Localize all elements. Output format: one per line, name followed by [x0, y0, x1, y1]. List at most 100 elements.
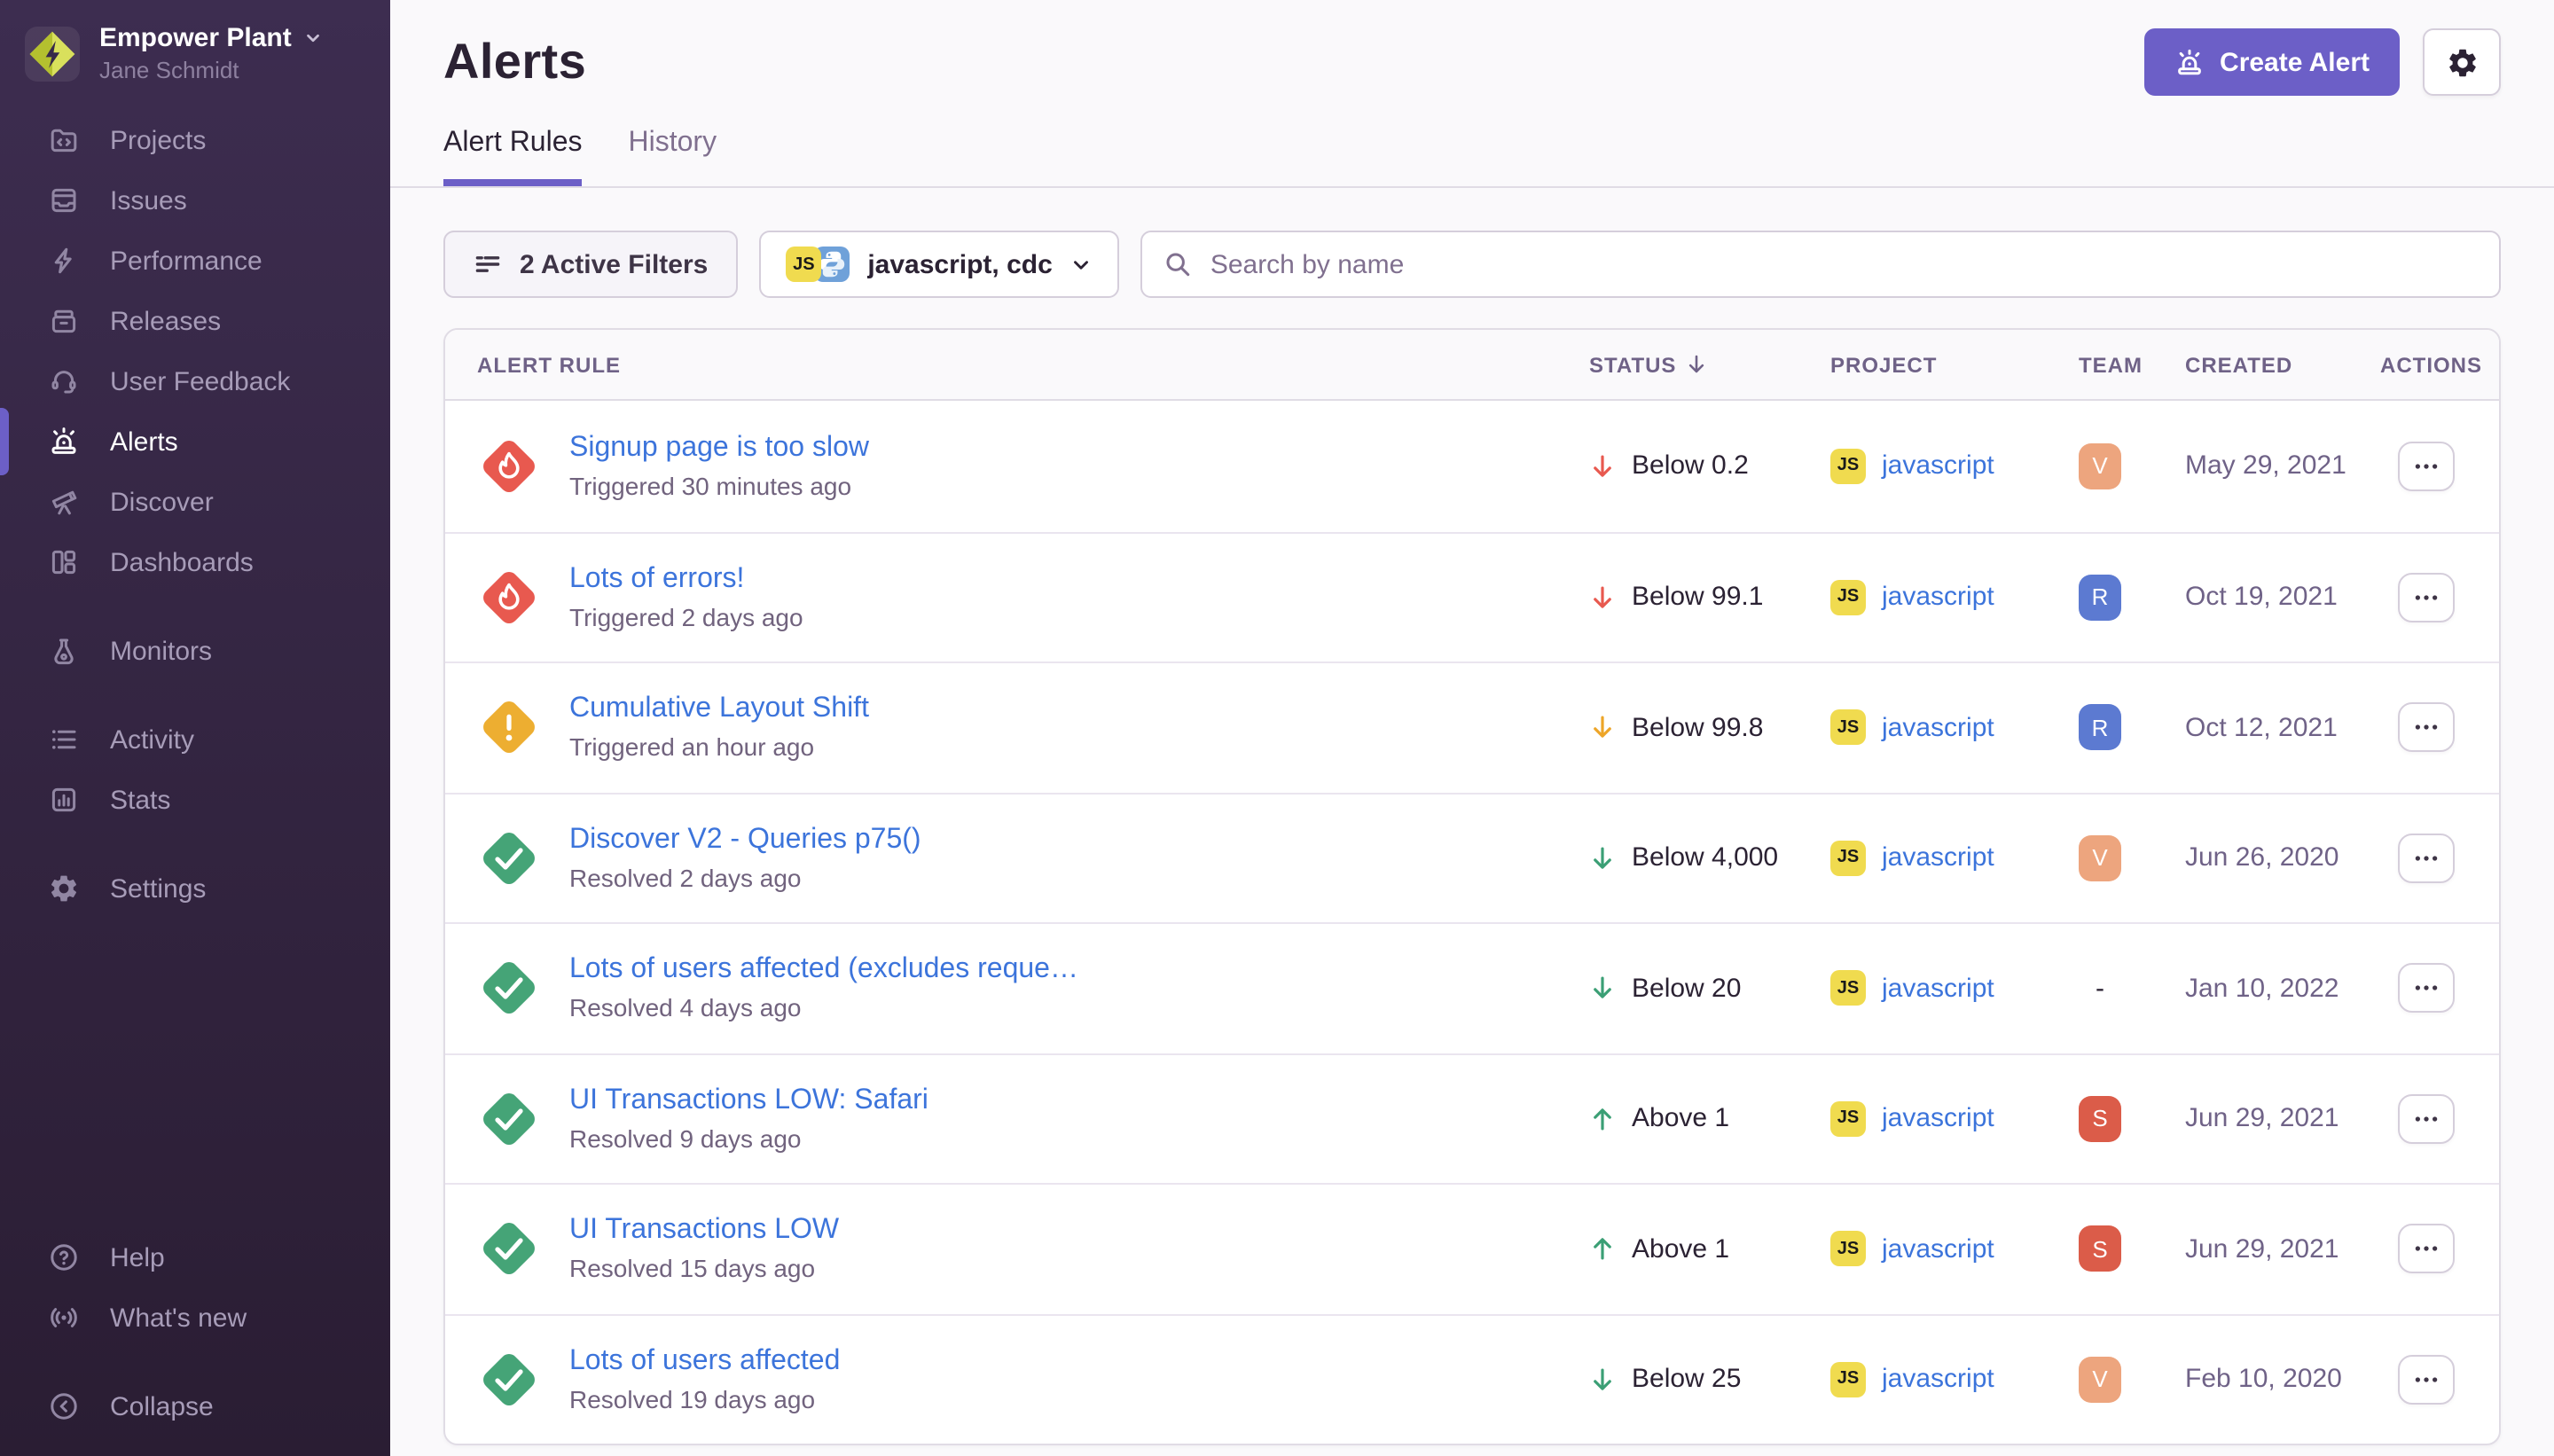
- siren-icon: [2174, 47, 2204, 77]
- alert-rule-link[interactable]: UI Transactions LOW: Safari: [569, 1085, 928, 1117]
- project-link[interactable]: javascript: [1882, 1104, 1994, 1134]
- sidebar-item-projects[interactable]: Projects: [0, 110, 390, 170]
- sidebar-item-label: Performance: [110, 246, 262, 276]
- status-threshold: Below 25: [1632, 1365, 1741, 1395]
- filter-bar: 2 Active Filters JS javascript, cdc: [443, 231, 2501, 298]
- project-link[interactable]: javascript: [1882, 1365, 1994, 1395]
- active-filters-button[interactable]: 2 Active Filters: [443, 231, 738, 298]
- sidebar-item-help[interactable]: Help: [0, 1227, 390, 1288]
- row-actions-button[interactable]: [2398, 1225, 2455, 1274]
- alert-rule-link[interactable]: Discover V2 - Queries p75(): [569, 825, 921, 857]
- sidebar-item-discover[interactable]: Discover: [0, 472, 390, 532]
- project-cell: JS javascript: [1830, 1232, 2079, 1267]
- alert-rule-note: Triggered 30 minutes ago: [569, 472, 869, 500]
- column-header-project[interactable]: Project: [1830, 352, 2079, 377]
- ellipsis-icon: [2414, 855, 2439, 862]
- project-link[interactable]: javascript: [1882, 974, 1994, 1004]
- column-header-status[interactable]: Status: [1589, 352, 1830, 377]
- row-actions-button[interactable]: [2398, 442, 2455, 491]
- javascript-platform-icon: JS: [1830, 1101, 1866, 1137]
- row-actions-button[interactable]: [2398, 703, 2455, 753]
- status-threshold: Below 99.1: [1632, 583, 1763, 613]
- alert-settings-button[interactable]: [2423, 28, 2501, 96]
- alert-level-icon: [477, 1217, 541, 1281]
- alert-rule-link[interactable]: Signup page is too slow: [569, 433, 869, 465]
- alert-rule-note: Triggered an hour ago: [569, 733, 869, 762]
- project-link[interactable]: javascript: [1882, 843, 1994, 873]
- chevron-down-icon: [304, 28, 324, 48]
- alert-rule-note: Resolved 2 days ago: [569, 864, 921, 892]
- sidebar-item-alerts[interactable]: Alerts: [0, 411, 390, 472]
- column-header-actions: Actions: [2380, 352, 2499, 377]
- sidebar-item-dashboards[interactable]: Dashboards: [0, 532, 390, 592]
- arrow-down-icon: [1589, 844, 1616, 873]
- alert-rule-link[interactable]: UI Transactions LOW: [569, 1216, 839, 1248]
- team-avatar: V: [2079, 1357, 2121, 1403]
- ellipsis-icon: [2414, 724, 2439, 732]
- sidebar-item-label: Releases: [110, 306, 221, 336]
- sidebar-item-performance[interactable]: Performance: [0, 231, 390, 291]
- created-date: Feb 10, 2020: [2185, 1365, 2380, 1395]
- alert-rule-link[interactable]: Lots of users affected (excludes reque…: [569, 955, 1078, 987]
- status-threshold: Above 1: [1632, 1104, 1729, 1134]
- arrow-down-icon: [1589, 583, 1616, 612]
- sidebar-item-label: Help: [110, 1242, 165, 1272]
- sidebar-item-label: Monitors: [110, 636, 212, 666]
- row-actions-button[interactable]: [2398, 1355, 2455, 1405]
- table-row: Lots of users affected Resolved 19 days …: [445, 1313, 2499, 1444]
- arrow-up-icon: [1589, 1235, 1616, 1264]
- sidebar-item-settings[interactable]: Settings: [0, 858, 390, 919]
- table-row: UI Transactions LOW: Safari Resolved 9 d…: [445, 1053, 2499, 1183]
- row-actions-button[interactable]: [2398, 964, 2455, 1014]
- ellipsis-icon: [2414, 985, 2439, 992]
- tab-bar: Alert Rules History: [443, 128, 2501, 186]
- search-container: [1141, 231, 2501, 298]
- created-date: Jun 29, 2021: [2185, 1104, 2380, 1134]
- sidebar-item-whats-new[interactable]: What's new: [0, 1288, 390, 1348]
- status-cell: Below 99.8: [1589, 713, 1830, 743]
- activity-list-icon: [48, 724, 80, 755]
- row-actions-button[interactable]: [2398, 573, 2455, 622]
- project-selector[interactable]: JS javascript, cdc: [759, 231, 1119, 298]
- project-link[interactable]: javascript: [1882, 451, 1994, 481]
- tab-history[interactable]: History: [629, 128, 717, 186]
- org-switcher[interactable]: Empower Plant Jane Schmidt: [0, 0, 390, 83]
- alert-rule-link[interactable]: Lots of errors!: [569, 564, 803, 596]
- sidebar-item-releases[interactable]: Releases: [0, 291, 390, 351]
- sidebar-item-collapse[interactable]: Collapse: [0, 1376, 390, 1436]
- create-alert-button[interactable]: Create Alert: [2143, 28, 2400, 96]
- project-link[interactable]: javascript: [1882, 1234, 1994, 1264]
- sidebar-item-stats[interactable]: Stats: [0, 770, 390, 830]
- column-header-alert-rule[interactable]: Alert Rule: [445, 352, 1589, 377]
- empower-plant-logo-icon: [25, 26, 80, 81]
- gear-icon: [48, 873, 80, 904]
- alert-rule-note: Resolved 15 days ago: [569, 1255, 839, 1283]
- search-input[interactable]: [1141, 231, 2501, 298]
- sidebar-item-label: Discover: [110, 487, 214, 517]
- project-cell: JS javascript: [1830, 971, 2079, 1006]
- alert-level-icon: [477, 957, 541, 1021]
- sidebar-item-issues[interactable]: Issues: [0, 170, 390, 231]
- project-link[interactable]: javascript: [1882, 583, 1994, 613]
- tab-alert-rules[interactable]: Alert Rules: [443, 128, 583, 186]
- sidebar-item-user-feedback[interactable]: User Feedback: [0, 351, 390, 411]
- javascript-platform-icon: JS: [786, 247, 821, 282]
- alert-rule-link[interactable]: Cumulative Layout Shift: [569, 694, 869, 726]
- created-date: Oct 19, 2021: [2185, 583, 2380, 613]
- project-cell: JS javascript: [1830, 841, 2079, 876]
- column-header-created[interactable]: Created: [2185, 352, 2380, 377]
- row-actions-button[interactable]: [2398, 1094, 2455, 1144]
- project-selector-value: javascript, cdc: [867, 249, 1052, 279]
- created-date: Jun 29, 2021: [2185, 1234, 2380, 1264]
- status-threshold: Above 1: [1632, 1234, 1729, 1264]
- sidebar-item-activity[interactable]: Activity: [0, 709, 390, 770]
- sidebar-item-label: What's new: [110, 1303, 247, 1333]
- alert-rule-link[interactable]: Lots of users affected: [569, 1346, 840, 1378]
- javascript-platform-icon: JS: [1830, 710, 1866, 746]
- team-avatar: S: [2079, 1226, 2121, 1272]
- sidebar-item-monitors[interactable]: Monitors: [0, 621, 390, 681]
- project-link[interactable]: javascript: [1882, 713, 1994, 743]
- alert-rule-note: Resolved 9 days ago: [569, 1124, 928, 1153]
- column-header-team[interactable]: Team: [2079, 352, 2185, 377]
- row-actions-button[interactable]: [2398, 834, 2455, 883]
